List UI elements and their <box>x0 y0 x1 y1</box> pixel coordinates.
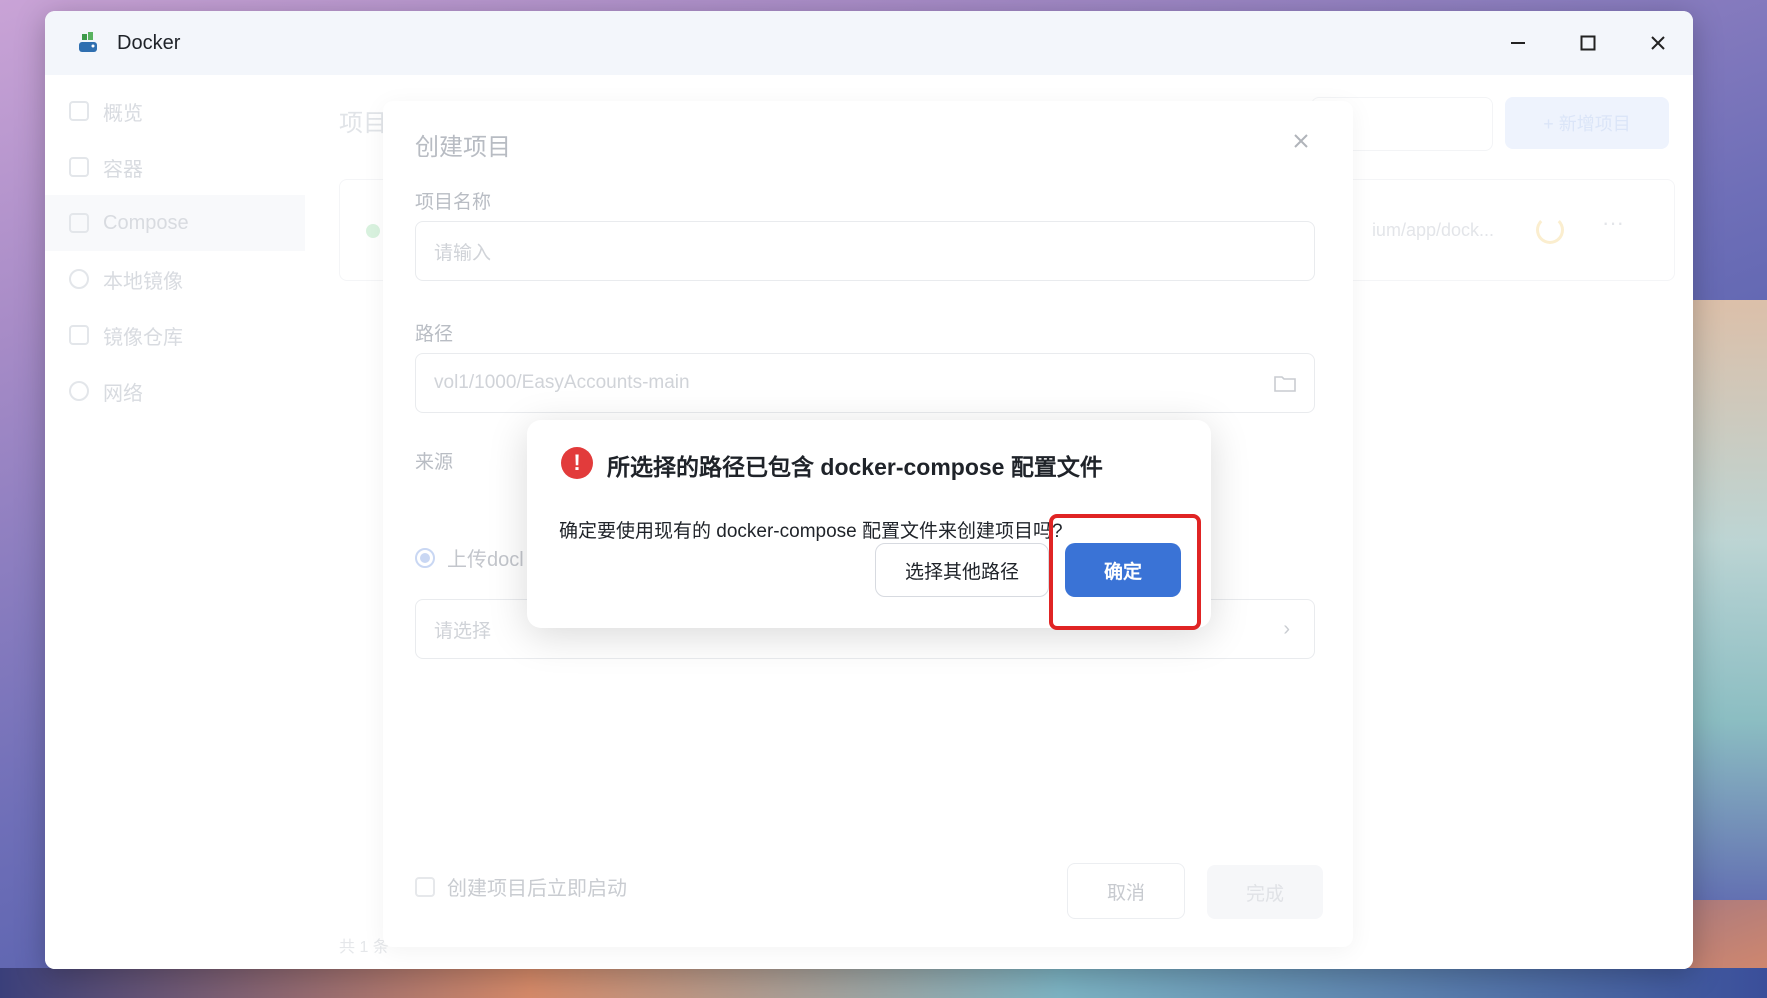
sidebar-item-network[interactable]: 网络 <box>45 363 305 419</box>
warning-icon: ! <box>561 447 593 479</box>
sidebar-item-overview[interactable]: 概览 <box>45 83 305 139</box>
folder-icon[interactable] <box>1274 374 1296 392</box>
grid-icon <box>69 101 89 121</box>
sidebar-item-label: 本地镜像 <box>103 270 183 293</box>
total-count: 共 1 条 <box>339 939 389 956</box>
layers-icon <box>69 213 89 233</box>
sidebar-item-compose[interactable]: Compose <box>45 195 305 251</box>
sidebar-item-label: 镜像仓库 <box>103 326 183 349</box>
page-title: 项目 <box>339 110 387 137</box>
globe-icon <box>69 381 89 401</box>
source-label: 来源 <box>415 452 454 473</box>
status-dot <box>366 224 380 238</box>
new-project-button[interactable]: + 新增项目 <box>1505 97 1669 149</box>
path-label: 路径 <box>415 324 454 345</box>
sidebar: 概览 容器 Compose 本地镜像 镜像仓库 网络 <box>45 75 305 969</box>
confirm-title: 所选择的路径已包含 docker-compose 配置文件 <box>607 454 1103 480</box>
chevron-right-icon: › <box>1283 617 1290 640</box>
app-title: Docker <box>117 31 181 54</box>
more-icon[interactable]: ··· <box>1602 210 1624 236</box>
path-input[interactable]: vol1/1000/EasyAccounts-main <box>415 353 1315 413</box>
cancel-button[interactable]: 取消 <box>1067 863 1185 919</box>
source-option-label: 上传docl <box>447 549 524 571</box>
wallpaper-bottom <box>0 968 1767 998</box>
close-icon <box>1651 36 1665 50</box>
autostart-checkbox[interactable]: 创建项目后立即启动 <box>415 872 627 901</box>
path-value: vol1/1000/EasyAccounts-main <box>434 372 690 393</box>
confirm-message: 确定要使用现有的 docker-compose 配置文件来创建项目吗? <box>559 521 1063 542</box>
project-name-label: 项目名称 <box>415 192 492 213</box>
sidebar-item-containers[interactable]: 容器 <box>45 139 305 195</box>
sidebar-item-local-images[interactable]: 本地镜像 <box>45 251 305 307</box>
autostart-label: 创建项目后立即启动 <box>447 878 627 900</box>
sidebar-item-label: 容器 <box>103 158 143 181</box>
maximize-button[interactable] <box>1553 11 1623 75</box>
project-path: ium/app/dock... <box>1371 220 1494 240</box>
project-name-input[interactable]: 请输入 <box>415 221 1315 281</box>
close-window-button[interactable] <box>1623 11 1693 75</box>
done-button[interactable]: 完成 <box>1207 865 1323 919</box>
source-radio-upload[interactable]: 上传docl <box>415 543 524 572</box>
close-icon <box>1294 134 1308 148</box>
sidebar-item-label: 网络 <box>103 382 143 405</box>
choose-other-path-button[interactable]: 选择其他路径 <box>875 543 1049 597</box>
highlight-box <box>1049 514 1201 630</box>
close-dialog-button[interactable] <box>1293 133 1313 153</box>
radio-icon <box>415 547 435 568</box>
power-icon[interactable] <box>1536 216 1564 244</box>
sidebar-item-label: 概览 <box>103 102 143 125</box>
checkbox-icon <box>415 876 435 897</box>
disc-icon <box>69 269 89 289</box>
select-placeholder: 请选择 <box>434 620 492 642</box>
minimize-icon <box>1511 42 1525 44</box>
titlebar: Docker <box>45 11 1693 75</box>
maximize-icon <box>1580 35 1596 51</box>
cube-icon <box>69 157 89 177</box>
docker-whale-icon <box>73 28 103 58</box>
sidebar-item-registry[interactable]: 镜像仓库 <box>45 307 305 363</box>
minimize-button[interactable] <box>1483 11 1553 75</box>
home-icon <box>69 325 89 345</box>
dialog-title: 创建项目 <box>415 134 511 161</box>
sidebar-item-label: Compose <box>103 211 189 234</box>
